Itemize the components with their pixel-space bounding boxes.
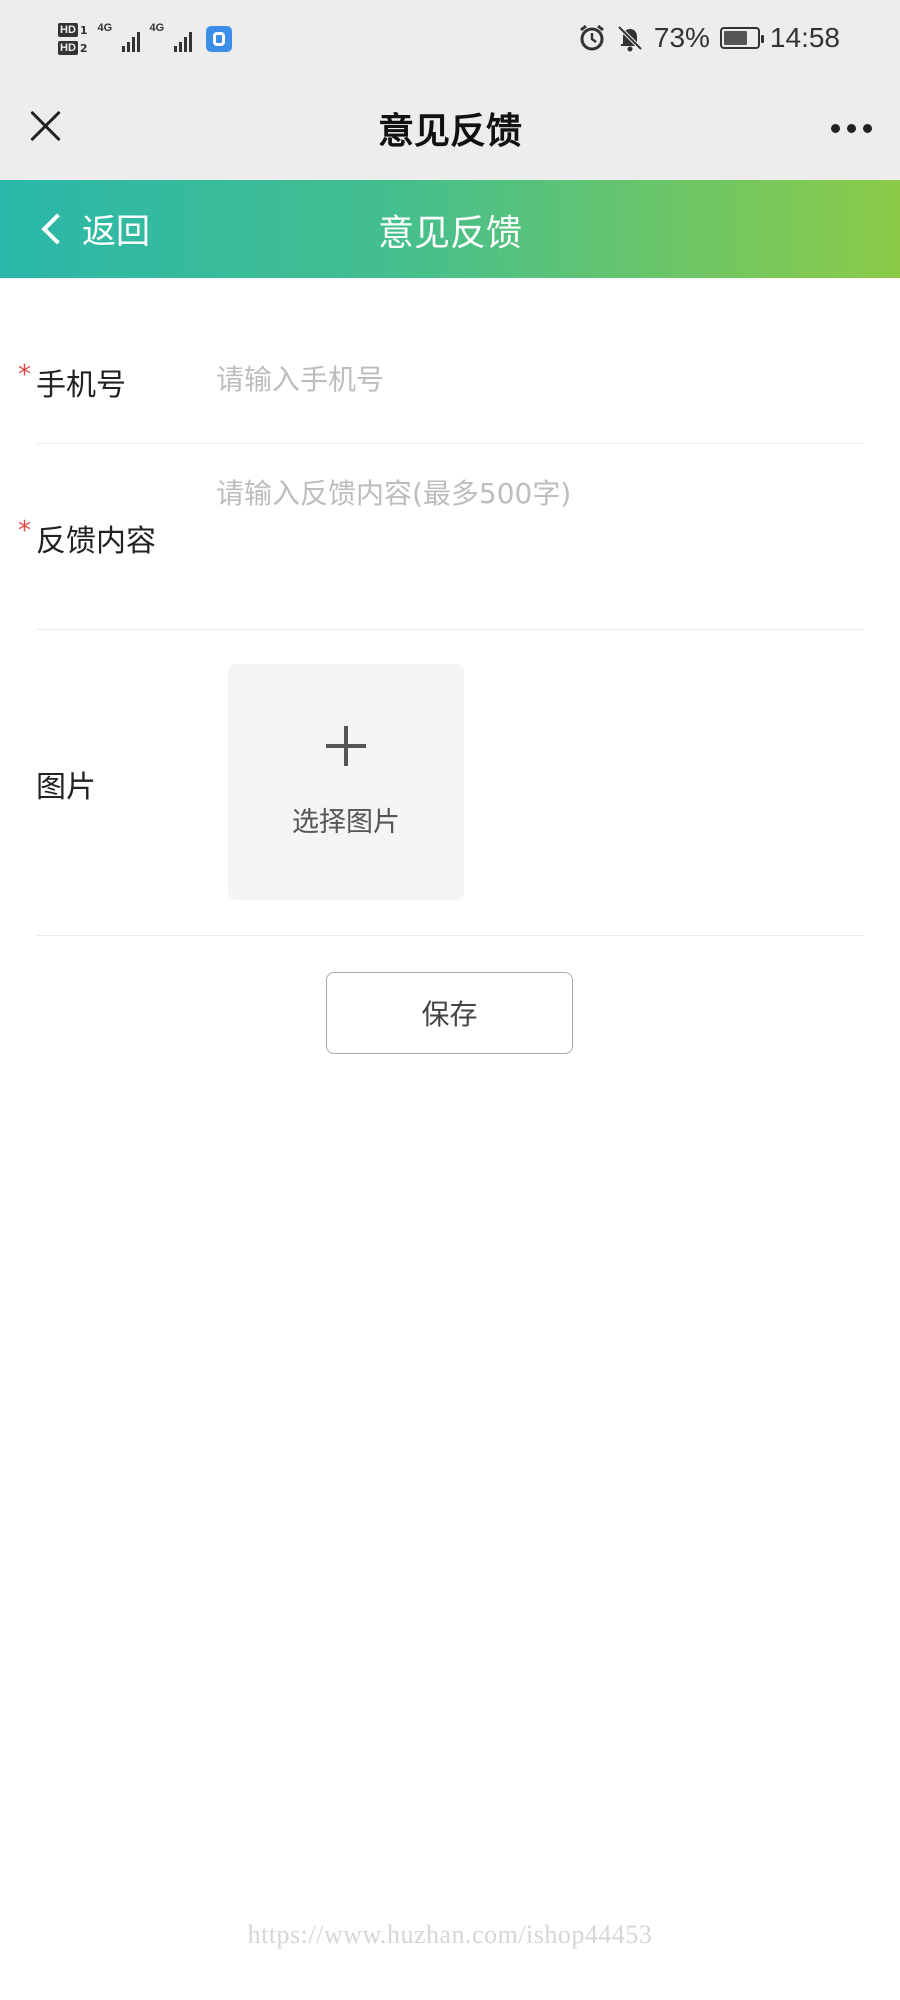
battery-fill bbox=[723, 31, 748, 45]
feedback-content-label: 反馈内容 bbox=[36, 524, 156, 559]
sim-number: 1 bbox=[79, 23, 88, 37]
alarm-icon bbox=[579, 24, 604, 51]
watermark: https://www.huzhan.com/ishop44453 bbox=[247, 1920, 653, 1949]
phone-label: 手机号 bbox=[36, 368, 126, 403]
header-title: 意见反馈 bbox=[377, 213, 522, 254]
signal-icon: 4G bbox=[150, 22, 192, 52]
status-left: HD 1 HD 2 4G 4G bbox=[58, 14, 232, 64]
hd-badge: HD bbox=[58, 41, 78, 55]
mute-bell-icon bbox=[617, 25, 643, 52]
more-icon[interactable] bbox=[831, 124, 872, 133]
upload-label: 选择图片 bbox=[292, 807, 400, 838]
battery-icon bbox=[719, 27, 764, 49]
sim-number: 2 bbox=[79, 41, 88, 55]
app-notification-icon bbox=[205, 26, 232, 52]
sim1-indicator: HD 1 bbox=[58, 23, 88, 37]
phone-row: * 手机号 bbox=[18, 330, 864, 444]
image-upload-button[interactable]: 选择图片 bbox=[228, 664, 464, 900]
app-header: 返回 意见反馈 bbox=[0, 180, 900, 278]
clock: 14:58 bbox=[769, 22, 840, 53]
image-label: 图片 bbox=[36, 770, 96, 805]
sim-indicators: HD 1 HD 2 bbox=[58, 23, 88, 55]
status-right: 73% 14:58 bbox=[578, 18, 840, 58]
hd-badge: HD bbox=[58, 23, 78, 37]
signal-icon: 4G bbox=[98, 22, 140, 52]
network-type: 4G bbox=[97, 22, 113, 34]
network-type: 4G bbox=[149, 22, 165, 34]
required-mark: * bbox=[18, 360, 31, 390]
wechat-nav-bar: 意见反馈 bbox=[0, 80, 900, 180]
status-bar: HD 1 HD 2 4G 4G 73% 14:58 bbox=[0, 0, 900, 80]
required-mark: * bbox=[18, 516, 31, 546]
save-button[interactable]: 保存 bbox=[326, 972, 573, 1054]
image-row: 图片 选择图片 bbox=[36, 630, 864, 936]
plus-icon bbox=[326, 726, 366, 766]
feedback-content-row: * 反馈内容 bbox=[18, 444, 864, 630]
battery-percent: 73% bbox=[653, 22, 710, 53]
sim2-indicator: HD 2 bbox=[58, 41, 88, 55]
page-title: 意见反馈 bbox=[377, 111, 522, 152]
feedback-content-input[interactable] bbox=[216, 474, 856, 594]
phone-input[interactable] bbox=[216, 354, 856, 404]
